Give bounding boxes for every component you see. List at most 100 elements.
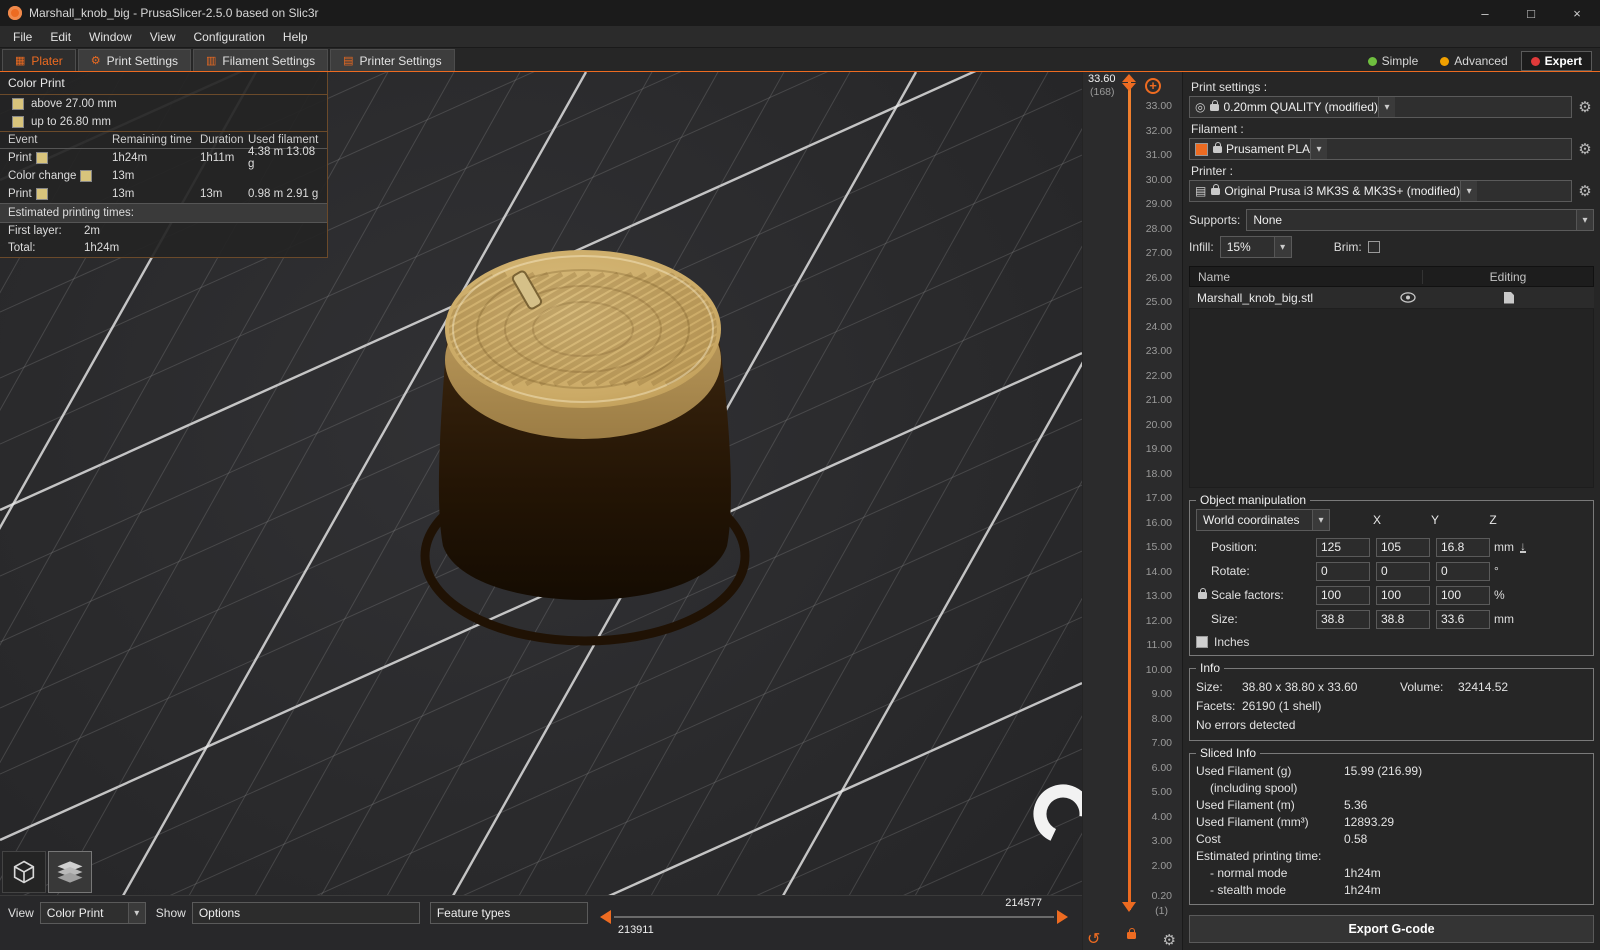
mode-button[interactable]: Simple <box>1359 52 1428 70</box>
info-section: Info Size: 38.80 x 38.80 x 33.60 Volume:… <box>1189 668 1594 741</box>
view-mode-select[interactable]: Color Print ▾ <box>40 902 146 924</box>
z-value-input[interactable] <box>1436 538 1490 557</box>
maximize-button[interactable]: □ <box>1508 0 1554 26</box>
layer-tick: 18.00 <box>1146 462 1172 487</box>
mode-dot-icon <box>1440 57 1449 66</box>
tab-label: Filament Settings <box>222 54 315 68</box>
chevron-down-icon: ▾ <box>1312 510 1329 530</box>
print-settings-gear-button[interactable]: ⚙ <box>1576 98 1594 116</box>
object-name: Marshall_knob_big.stl <box>1189 291 1400 305</box>
z-value-input[interactable] <box>1436 610 1490 629</box>
chevron-down-icon: ▾ <box>1274 237 1291 257</box>
plater-logo-arc <box>1032 783 1082 844</box>
x-value-input[interactable] <box>1316 586 1370 605</box>
volume-label: Volume: <box>1400 680 1458 694</box>
edit-object-icon[interactable] <box>1504 292 1514 304</box>
x-column-header: X <box>1348 513 1406 527</box>
estimated-times-header: Estimated printing times: <box>0 203 327 223</box>
y-value-input[interactable] <box>1376 610 1430 629</box>
undo-icon[interactable]: ↺ <box>1087 929 1100 949</box>
menu-item[interactable]: Edit <box>41 28 80 46</box>
slider-lock-icon[interactable] <box>1127 932 1136 939</box>
layer-tick: 17.00 <box>1146 486 1172 511</box>
3d-viewport[interactable]: Color Print above 27.00 mm up to 26.80 m… <box>0 72 1082 950</box>
tab[interactable]: ▤ Printer Settings <box>330 49 454 71</box>
infill-select[interactable]: 15% ▾ <box>1220 236 1292 258</box>
y-column-header: Y <box>1406 513 1464 527</box>
tab[interactable]: ▥ Filament Settings <box>193 49 328 71</box>
options-field[interactable] <box>192 902 420 924</box>
layer-tick: 13.00 <box>1146 584 1172 609</box>
sliced-info-row: Used Filament (mm³) 12893.29 <box>1196 813 1587 830</box>
filament-gear-button[interactable]: ⚙ <box>1576 140 1594 158</box>
tab-label: Plater <box>31 54 62 68</box>
tab[interactable]: ▦ Plater <box>2 49 76 71</box>
add-color-change-button[interactable]: + <box>1145 78 1161 94</box>
print-settings-combo[interactable]: ◎ 0.20mm QUALITY (modified) ▾ <box>1189 96 1572 118</box>
close-button[interactable]: × <box>1554 0 1600 26</box>
tab-icon: ⚙ <box>91 54 101 67</box>
y-value-input[interactable] <box>1376 562 1430 581</box>
z-value-input[interactable] <box>1436 562 1490 581</box>
mode-button[interactable]: Advanced <box>1431 52 1516 70</box>
object-list-empty-area[interactable] <box>1189 309 1594 488</box>
menu-item[interactable]: Window <box>80 28 141 46</box>
tab[interactable]: ⚙ Print Settings <box>78 49 191 71</box>
chevron-down-icon: ▾ <box>128 903 145 923</box>
layer-tick: 23.00 <box>1146 339 1172 364</box>
chevron-down-icon: ▾ <box>1460 181 1477 201</box>
scale-lock-icon[interactable] <box>1198 592 1207 599</box>
layer-bottom-count: (1) <box>1155 905 1168 917</box>
color-print-event-row: Print 13m 13m 0.98 m 2.91 g <box>0 185 327 203</box>
slider-gear-icon[interactable]: ⚙ <box>1163 931 1176 949</box>
export-gcode-button[interactable]: Export G-code <box>1189 915 1594 943</box>
color-legend-row: above 27.00 mm <box>0 95 327 113</box>
printer-label: Printer : <box>1191 164 1594 178</box>
x-value-input[interactable] <box>1316 538 1370 557</box>
inches-checkbox[interactable] <box>1196 636 1208 648</box>
slider-left-handle-icon[interactable] <box>600 910 611 924</box>
slider-max-value: 214577 <box>1005 897 1042 909</box>
brim-checkbox[interactable] <box>1368 241 1380 253</box>
printer-gear-button[interactable]: ⚙ <box>1576 182 1594 200</box>
feature-types-field[interactable] <box>430 902 588 924</box>
gcode-move-slider[interactable]: 214577 213911 <box>600 902 1070 946</box>
coordinates-select[interactable]: World coordinates ▾ <box>1196 509 1330 531</box>
visibility-eye-icon[interactable] <box>1400 292 1416 303</box>
supports-select[interactable]: None ▾ <box>1246 209 1594 231</box>
tab-icon: ▤ <box>343 54 353 67</box>
slider-track[interactable] <box>614 916 1054 918</box>
3d-view-thumbnail[interactable] <box>2 851 46 893</box>
layer-tick: 28.00 <box>1146 217 1172 242</box>
menu-item[interactable]: File <box>4 28 41 46</box>
printer-combo[interactable]: ▤ Original Prusa i3 MK3S & MK3S+ (modifi… <box>1189 180 1572 202</box>
menu-item[interactable]: Configuration <box>185 28 274 46</box>
object-list-row[interactable]: Marshall_knob_big.stl <box>1189 287 1594 309</box>
y-value-input[interactable] <box>1376 586 1430 605</box>
menu-item[interactable]: View <box>141 28 185 46</box>
x-value-input[interactable] <box>1316 610 1370 629</box>
filament-combo[interactable]: Prusament PLA ▾ <box>1189 138 1572 160</box>
object-manipulation-title: Object manipulation <box>1196 493 1310 507</box>
facets-label: Facets: <box>1196 699 1242 713</box>
mode-button[interactable]: Expert <box>1521 51 1592 71</box>
sliced-info-title: Sliced Info <box>1196 746 1260 760</box>
layer-tick: 15.00 <box>1146 535 1172 560</box>
z-value-input[interactable] <box>1436 586 1490 605</box>
view-label: View <box>8 906 34 920</box>
menu-item[interactable]: Help <box>274 28 317 46</box>
drop-to-bed-icon[interactable]: ↓ <box>1520 541 1526 553</box>
layers-view-thumbnail[interactable] <box>48 851 92 893</box>
tab-icon: ▦ <box>15 54 25 67</box>
name-column-header: Name <box>1190 270 1423 284</box>
layer-slider-upper-handle[interactable] <box>1122 74 1136 91</box>
x-value-input[interactable] <box>1316 562 1370 581</box>
layer-slider-track[interactable] <box>1128 78 1131 910</box>
editing-column-header: Editing <box>1423 270 1593 284</box>
minimize-button[interactable]: – <box>1462 0 1508 26</box>
slider-right-handle-icon[interactable] <box>1057 910 1068 924</box>
lock-icon <box>1210 104 1219 111</box>
y-value-input[interactable] <box>1376 538 1430 557</box>
layer-slider-lower-handle[interactable] <box>1122 902 1136 912</box>
supports-label: Supports: <box>1189 213 1240 227</box>
